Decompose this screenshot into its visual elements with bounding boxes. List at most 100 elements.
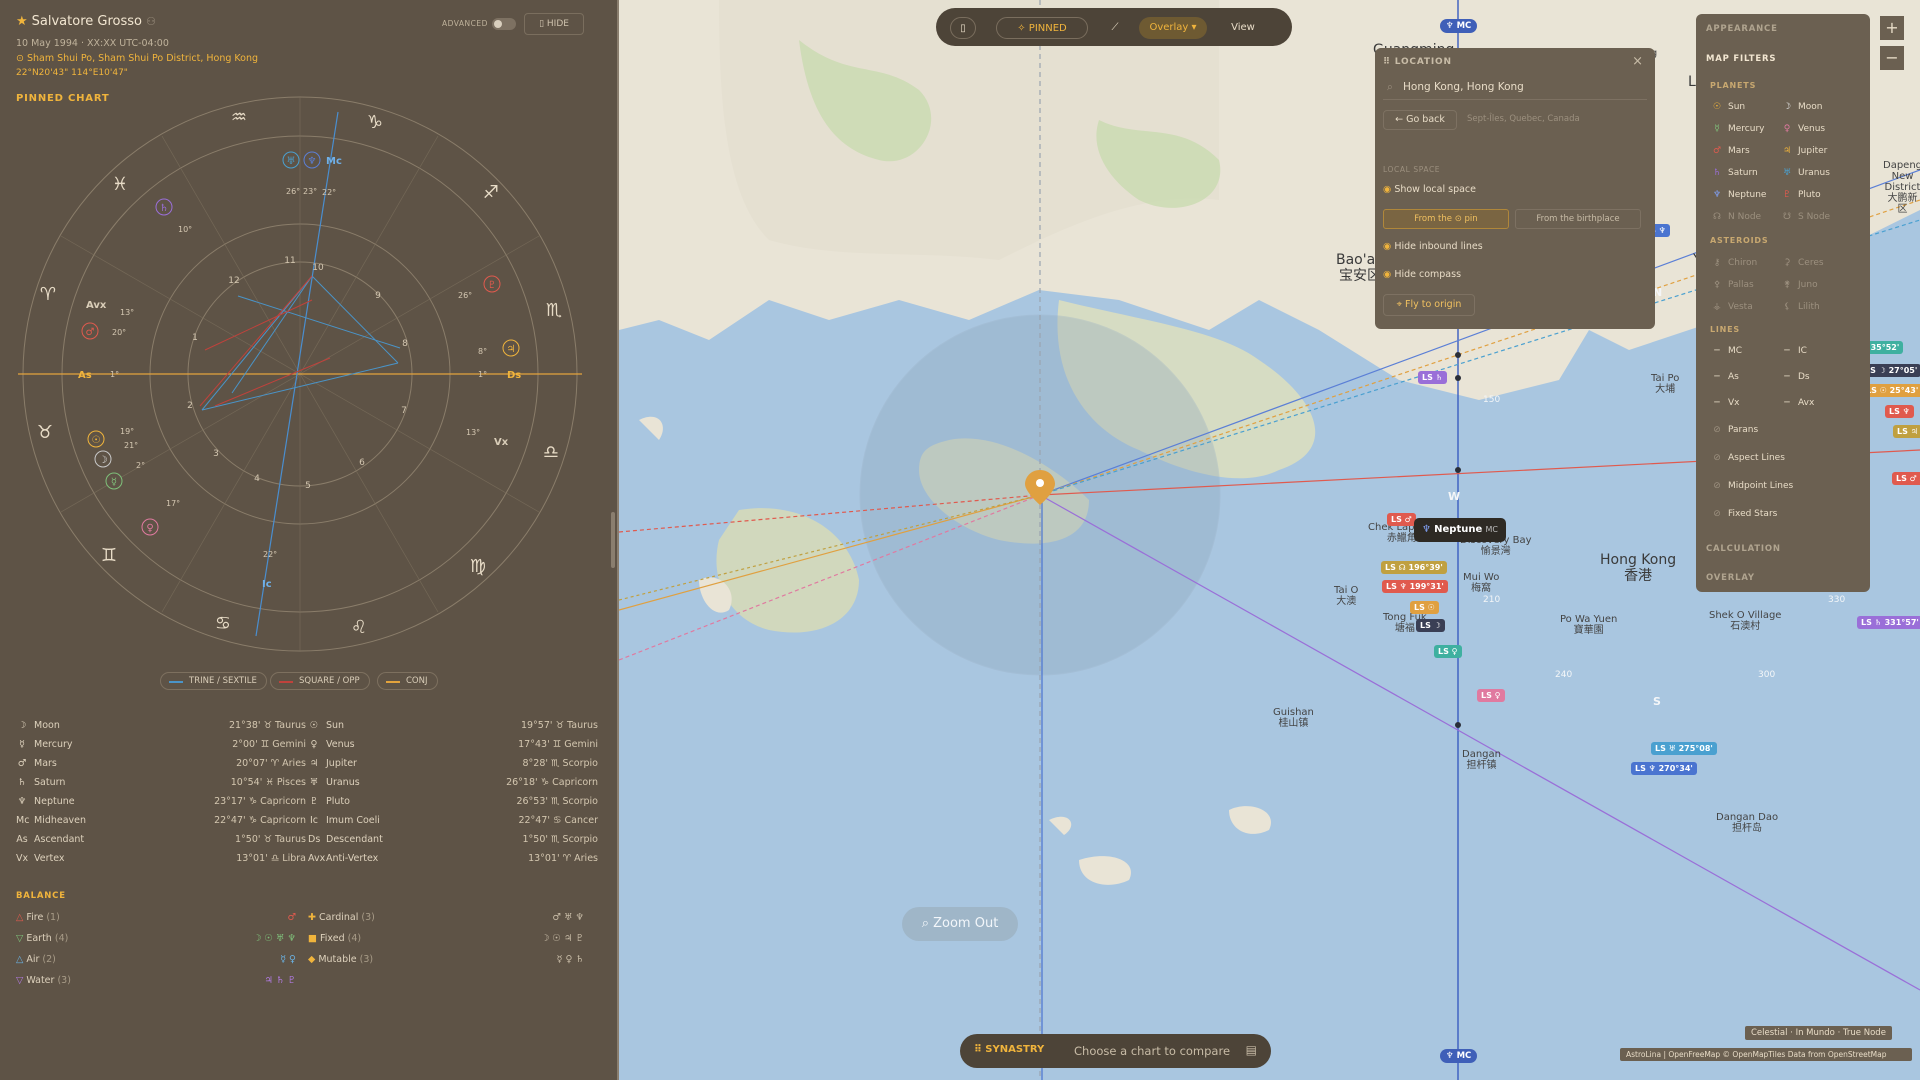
planet-row[interactable]: ♀ Venus 17°43' ♊ Gemini xyxy=(308,739,598,753)
asteroid-filter[interactable]: ⚷ Chiron xyxy=(1710,258,1758,268)
from-pin-button[interactable]: From the ⊙ pin xyxy=(1383,209,1509,229)
local-space-tag[interactable]: LS ☉ xyxy=(1410,601,1439,614)
zoom-in-button[interactable]: + xyxy=(1880,16,1904,40)
planet-row[interactable]: As Ascendant 1°50' ♉ Taurus xyxy=(16,834,306,848)
moon-glyph[interactable]: ☽ xyxy=(94,450,112,468)
local-space-tag[interactable]: LS ♆ 199°31' xyxy=(1382,580,1448,593)
local-space-tag[interactable]: LS ♀ xyxy=(1434,645,1462,658)
natal-chart-wheel[interactable]: 10 11 12 1 2 3 4 5 6 7 8 9 ♒ ♑ ♓ ♐ ♈ ♏ ♉… xyxy=(0,88,619,663)
planet-row[interactable]: Mc Midheaven 22°47' ♑ Capricorn xyxy=(16,815,306,829)
planet-filter-mars[interactable]: ♂ Mars xyxy=(1710,146,1750,156)
profile-name[interactable]: ★ Salvatore Grosso ⚇ xyxy=(16,14,156,29)
hide-inbound-toggle[interactable]: ◉ Hide inbound lines xyxy=(1383,241,1483,252)
uranus-glyph[interactable]: ♅ xyxy=(282,151,300,169)
local-space-tag[interactable]: LS ☊ 196°39' xyxy=(1381,561,1447,574)
map-place-label[interactable]: Dangan 担杆镇 xyxy=(1462,749,1501,771)
extra-filter[interactable]: ⊘ Aspect Lines xyxy=(1710,453,1785,463)
location-search-input[interactable]: ⌕ Hong Kong, Hong Kong xyxy=(1383,74,1647,100)
planet-filter-sun[interactable]: ☉ Sun xyxy=(1710,102,1745,112)
fly-to-origin-button[interactable]: ⌖ Fly to origin xyxy=(1383,294,1475,316)
zoom-out-icon-button[interactable]: − xyxy=(1880,46,1904,70)
line-filter[interactable]: ─ Avx xyxy=(1780,398,1814,408)
document-icon[interactable]: ▤ xyxy=(1246,1043,1257,1057)
planet-filter-jupiter[interactable]: ♃ Jupiter xyxy=(1780,146,1827,156)
planet-filter-uranus[interactable]: ♅ Uranus xyxy=(1780,168,1830,178)
sun-glyph[interactable]: ☉ xyxy=(87,430,105,448)
planet-filter-venus[interactable]: ♀ Venus xyxy=(1780,124,1825,134)
planet-row[interactable]: Ds Descendant 1°50' ♏ Scorpio xyxy=(308,834,598,848)
view-dropdown[interactable]: View xyxy=(1218,17,1268,39)
ruler-icon[interactable]: ⟋ xyxy=(1102,17,1128,39)
close-icon[interactable]: × xyxy=(1632,54,1643,69)
map-filters-title[interactable]: MAP FILTERS xyxy=(1706,54,1776,64)
mars-glyph[interactable]: ♂ xyxy=(81,322,99,340)
planet-row[interactable]: Vx Vertex 13°01' ♎ Libra xyxy=(16,853,306,867)
planet-filter-saturn[interactable]: ♄ Saturn xyxy=(1710,168,1758,178)
legend-conj[interactable]: CONJ xyxy=(377,672,438,690)
synastry-prompt[interactable]: Choose a chart to compare xyxy=(1074,1044,1230,1058)
asteroid-filter[interactable]: ⚵ Juno xyxy=(1780,280,1818,290)
planet-row[interactable]: Avx Anti-Vertex 13°01' ♈ Aries xyxy=(308,853,598,867)
local-space-tag[interactable]: LS ♄ xyxy=(1418,371,1447,384)
panel-resize-handle[interactable] xyxy=(611,512,615,568)
map-place-label[interactable]: Dapeng New District 大鹏新区 xyxy=(1883,160,1920,215)
legend-trine[interactable]: TRINE / SEXTILE xyxy=(160,672,267,690)
extra-filter[interactable]: ⊘ Parans xyxy=(1710,425,1758,435)
go-back-button[interactable]: ← Go back xyxy=(1383,110,1457,130)
line-filter[interactable]: ─ Ds xyxy=(1780,372,1809,382)
map-place-label[interactable]: Shek O Village 石澳村 xyxy=(1709,610,1781,632)
local-space-tag[interactable]: LS ☽ xyxy=(1416,619,1445,632)
sidebar-toggle-button[interactable]: ▯ xyxy=(950,17,976,39)
line-filter[interactable]: ─ IC xyxy=(1780,346,1807,356)
asteroid-filter[interactable]: ⚳ Ceres xyxy=(1780,258,1824,268)
asteroid-filter[interactable]: ⚸ Lilith xyxy=(1780,302,1820,312)
asteroid-filter[interactable]: ⚶ Vesta xyxy=(1710,302,1753,312)
line-filter[interactable]: ─ MC xyxy=(1710,346,1742,356)
pinned-button[interactable]: ✧ PINNED xyxy=(996,17,1088,39)
planet-filter-moon[interactable]: ☽ Moon xyxy=(1780,102,1823,112)
calculation-section[interactable]: CALCULATION xyxy=(1706,544,1781,554)
local-space-tag[interactable]: LS ♄ 331°57' xyxy=(1857,616,1920,629)
neptune-mc-badge-bottom[interactable]: ♆ MC xyxy=(1440,1049,1478,1063)
local-space-tag[interactable]: LS ♆ 270°34' xyxy=(1631,762,1697,775)
map-attribution[interactable]: AstroLina | OpenFreeMap © OpenMapTiles D… xyxy=(1620,1048,1912,1061)
local-space-tag[interactable]: LS ♀ xyxy=(1477,689,1505,702)
overlay-section[interactable]: OVERLAY xyxy=(1706,573,1755,583)
map-place-label[interactable]: Tai O 大澳 xyxy=(1334,585,1358,607)
map-place-label[interactable]: Po Wa Yuen 寶華園 xyxy=(1560,614,1617,636)
planet-filter-s-node[interactable]: ☋ S Node xyxy=(1780,212,1830,222)
map-place-label[interactable]: Hong Kong 香港 xyxy=(1600,552,1676,584)
asteroid-filter[interactable]: ⚴ Pallas xyxy=(1710,280,1754,290)
planet-filter-pluto[interactable]: ♇ Pluto xyxy=(1780,190,1821,200)
local-space-tag[interactable]: LS ♆ xyxy=(1885,405,1914,418)
pluto-glyph[interactable]: ♇ xyxy=(483,275,501,293)
local-space-tag[interactable]: LS ♂ xyxy=(1387,513,1416,526)
planet-glyphs[interactable]: ♅ ♆ ♄ ♂ ☉ ☽ ☿ ♀ ♇ ♃ xyxy=(81,151,520,536)
local-space-tag[interactable]: LS ♃ xyxy=(1893,425,1920,438)
planet-row[interactable]: ♇ Pluto 26°53' ♏ Scorpio xyxy=(308,796,598,810)
planet-row[interactable]: Ic Imum Coeli 22°47' ♋ Cancer xyxy=(308,815,598,829)
star-icon[interactable]: ★ xyxy=(16,14,28,29)
planet-row[interactable]: ☽ Moon 21°38' ♉ Taurus xyxy=(16,720,306,734)
hide-button[interactable]: ▯ HIDE xyxy=(524,13,584,35)
extra-filter[interactable]: ⊘ Fixed Stars xyxy=(1710,509,1777,519)
planet-row[interactable]: ♅ Uranus 26°18' ♑ Capricorn xyxy=(308,777,598,791)
planet-row[interactable]: ☉ Sun 19°57' ♉ Taurus xyxy=(308,720,598,734)
planet-row[interactable]: ☿ Mercury 2°00' ♊ Gemini xyxy=(16,739,306,753)
line-filter[interactable]: ─ Vx xyxy=(1710,398,1739,408)
user-icon[interactable]: ⚇ xyxy=(146,15,156,28)
jupiter-glyph[interactable]: ♃ xyxy=(502,339,520,357)
recent-location[interactable]: Sept-Îles, Quebec, Canada xyxy=(1467,114,1580,124)
synastry-bar[interactable]: ⠿ SYNASTRY Choose a chart to compare ▤ xyxy=(960,1034,1271,1068)
local-space-tag[interactable]: LS ☉ 25°43' xyxy=(1862,384,1920,397)
local-space-tag[interactable]: LS ♅ 275°08' xyxy=(1651,742,1717,755)
overlay-dropdown[interactable]: Overlay ▾ xyxy=(1139,17,1207,39)
neptune-glyph[interactable]: ♆ xyxy=(303,151,321,169)
planet-filter-n-node[interactable]: ☊ N Node xyxy=(1710,212,1761,222)
advanced-toggle[interactable] xyxy=(492,18,516,30)
calc-settings[interactable]: Celestial · In Mundo · True Node xyxy=(1745,1026,1892,1040)
planet-row[interactable]: ♂ Mars 20°07' ♈ Aries xyxy=(16,758,306,772)
map-place-label[interactable]: Tai Po 大埔 xyxy=(1651,373,1679,395)
map-place-label[interactable]: Mui Wo 梅窩 xyxy=(1463,572,1499,594)
mercury-glyph[interactable]: ☿ xyxy=(105,472,123,490)
